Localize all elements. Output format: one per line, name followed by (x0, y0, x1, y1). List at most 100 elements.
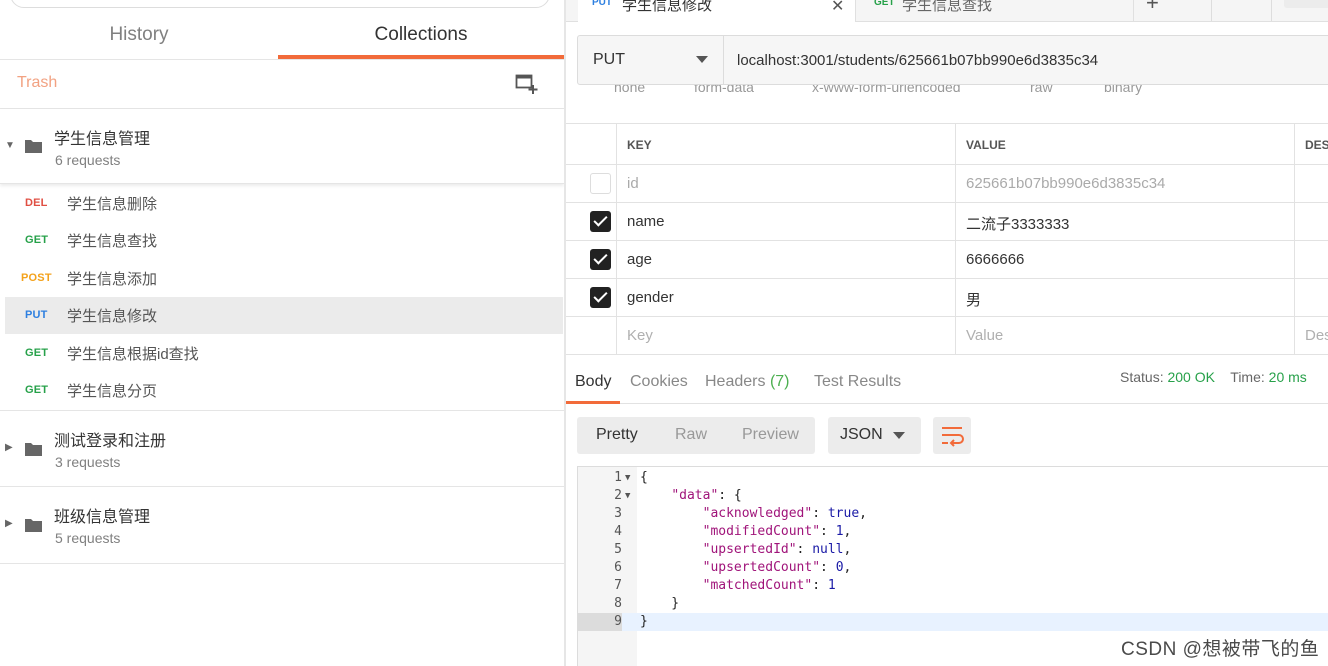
code-line-current: 9 } (578, 613, 1328, 631)
row-checkbox[interactable] (590, 211, 611, 232)
code-line: 8 } (578, 595, 1328, 613)
folder-icon (25, 519, 42, 532)
tab-body[interactable]: Body (566, 373, 622, 404)
request-item[interactable]: GET 学生信息根据id查找 (5, 335, 563, 372)
code-text: "upsertedCount": 0, (702, 560, 852, 575)
param-value: 625661b07bb990e6d3835c34 (966, 175, 1166, 192)
line-number: 4 (614, 524, 622, 539)
code-line: 3 "acknowledged": true, (578, 505, 1328, 523)
view-mode-toggle: Pretty Raw Preview (577, 417, 815, 454)
view-pretty-button[interactable]: Pretty (596, 426, 638, 444)
request-item[interactable]: DEL 学生信息删除 (5, 185, 563, 222)
fold-arrow-icon[interactable]: ▼ (625, 487, 630, 505)
table-cell[interactable] (1295, 165, 1328, 202)
request-tab[interactable]: GET 学生信息查找 (858, 0, 1134, 21)
caret-right-icon[interactable]: ▶ (5, 518, 13, 529)
request-item-active[interactable]: PUT 学生信息修改 (5, 297, 563, 334)
view-preview-button[interactable]: Preview (742, 426, 799, 444)
url-input[interactable] (724, 36, 1328, 84)
value-placeholder[interactable]: Value (966, 327, 1003, 344)
code-line: 5 "upsertedId": null, (578, 541, 1328, 559)
table-cell[interactable]: id (617, 165, 956, 202)
collection-name: 学生信息管理 (54, 131, 151, 148)
collection-folder[interactable]: ▶ 班级信息管理 5 requests (0, 487, 564, 564)
request-name: 学生信息分页 (67, 383, 158, 400)
response-meta: Status: 200 OK Time: 20 ms (1120, 369, 1307, 385)
plus-icon[interactable]: + (1146, 0, 1159, 16)
table-cell[interactable]: age (617, 241, 956, 278)
caret-down-icon[interactable]: ▼ (5, 140, 15, 151)
table-cell[interactable] (1295, 279, 1328, 316)
table-header-cell: VALUE (956, 124, 1295, 164)
method-select-value: PUT (593, 51, 625, 68)
table-cell[interactable]: 男 (956, 279, 1295, 316)
table-cell (566, 317, 617, 354)
url-bar: PUT (577, 35, 1328, 85)
param-key: gender (627, 289, 674, 306)
environment-select[interactable] (1284, 0, 1328, 8)
line-number: 8 (614, 596, 622, 611)
table-header-cell (566, 124, 617, 164)
sidebar-search-input[interactable] (10, 0, 550, 8)
view-raw-button[interactable]: Raw (675, 426, 707, 444)
chevron-down-icon (696, 56, 708, 63)
tab-cookies[interactable]: Cookies (630, 373, 688, 391)
table-cell[interactable]: Key (617, 317, 956, 354)
body-mode-option[interactable]: none (614, 85, 645, 95)
tab-headers[interactable]: Headers (7) (705, 373, 790, 391)
body-mode-option[interactable]: binary (1104, 85, 1142, 95)
row-checkbox[interactable] (590, 249, 611, 270)
format-select[interactable]: JSON (828, 417, 921, 454)
table-cell[interactable]: Des (1295, 317, 1328, 354)
table-row: name 二流子3333333 (566, 203, 1328, 241)
description-placeholder[interactable]: Des (1305, 327, 1328, 344)
tab-headers-label: Headers (705, 373, 766, 390)
table-cell[interactable]: 6666666 (956, 241, 1295, 278)
fold-arrow-icon[interactable]: ▼ (625, 469, 630, 487)
close-icon[interactable]: ✕ (831, 0, 844, 16)
caret-right-icon[interactable]: ▶ (5, 442, 13, 453)
trash-link[interactable]: Trash (17, 74, 57, 92)
method-badge: PUT (592, 0, 612, 8)
key-placeholder[interactable]: Key (627, 327, 653, 344)
table-header-cell: DESC (1295, 124, 1328, 164)
body-mode-option[interactable]: form-data (694, 85, 754, 95)
status-value[interactable]: 200 OK (1167, 369, 1214, 385)
table-cell[interactable] (1295, 203, 1328, 240)
code-text: "upsertedId": null, (702, 542, 852, 557)
time-value[interactable]: 20 ms (1269, 369, 1307, 385)
table-cell[interactable]: 二流子3333333 (956, 203, 1295, 240)
column-header-value: VALUE (966, 138, 1006, 152)
request-item[interactable]: GET 学生信息查找 (5, 222, 563, 259)
folder-plus-icon[interactable] (515, 73, 539, 95)
tab-history[interactable]: History (0, 8, 278, 58)
app-window: History Collections Trash ▼ 学生信息管理 6 req… (0, 0, 1328, 666)
response-tabs: Body Cookies Headers (7) Test Results St… (566, 355, 1328, 404)
body-mode-option[interactable]: x-www-form-urlencoded (812, 85, 961, 95)
line-number: 5 (614, 542, 622, 557)
tab-collections[interactable]: Collections (278, 8, 564, 59)
tab-test-results[interactable]: Test Results (814, 373, 901, 391)
table-cell[interactable]: 625661b07bb990e6d3835c34 (956, 165, 1295, 202)
table-cell (566, 203, 617, 240)
table-cell[interactable]: name (617, 203, 956, 240)
row-checkbox[interactable] (590, 287, 611, 308)
wrap-lines-button[interactable] (933, 417, 971, 454)
request-tab-active[interactable]: PUT 学生信息修改 ✕ (578, 0, 856, 22)
sidebar-tabs: History Collections (0, 8, 564, 60)
request-item[interactable]: POST 学生信息添加 (5, 260, 563, 297)
row-checkbox[interactable] (590, 173, 611, 194)
collection-folder[interactable]: ▼ 学生信息管理 6 requests (0, 109, 564, 184)
code-text: } (640, 596, 680, 611)
collection-folder[interactable]: ▶ 测试登录和注册 3 requests (0, 411, 564, 487)
code-text: } (640, 614, 648, 629)
param-key: age (627, 251, 653, 268)
more-icon[interactable]: ••• (1180, 0, 1200, 8)
table-cell[interactable] (1295, 241, 1328, 278)
divider (1211, 0, 1212, 21)
method-select[interactable]: PUT (578, 36, 724, 84)
body-mode-option[interactable]: raw (1030, 85, 1053, 95)
request-item[interactable]: GET 学生信息分页 (5, 372, 563, 409)
table-cell[interactable]: Value (956, 317, 1295, 354)
table-cell[interactable]: gender (617, 279, 956, 316)
